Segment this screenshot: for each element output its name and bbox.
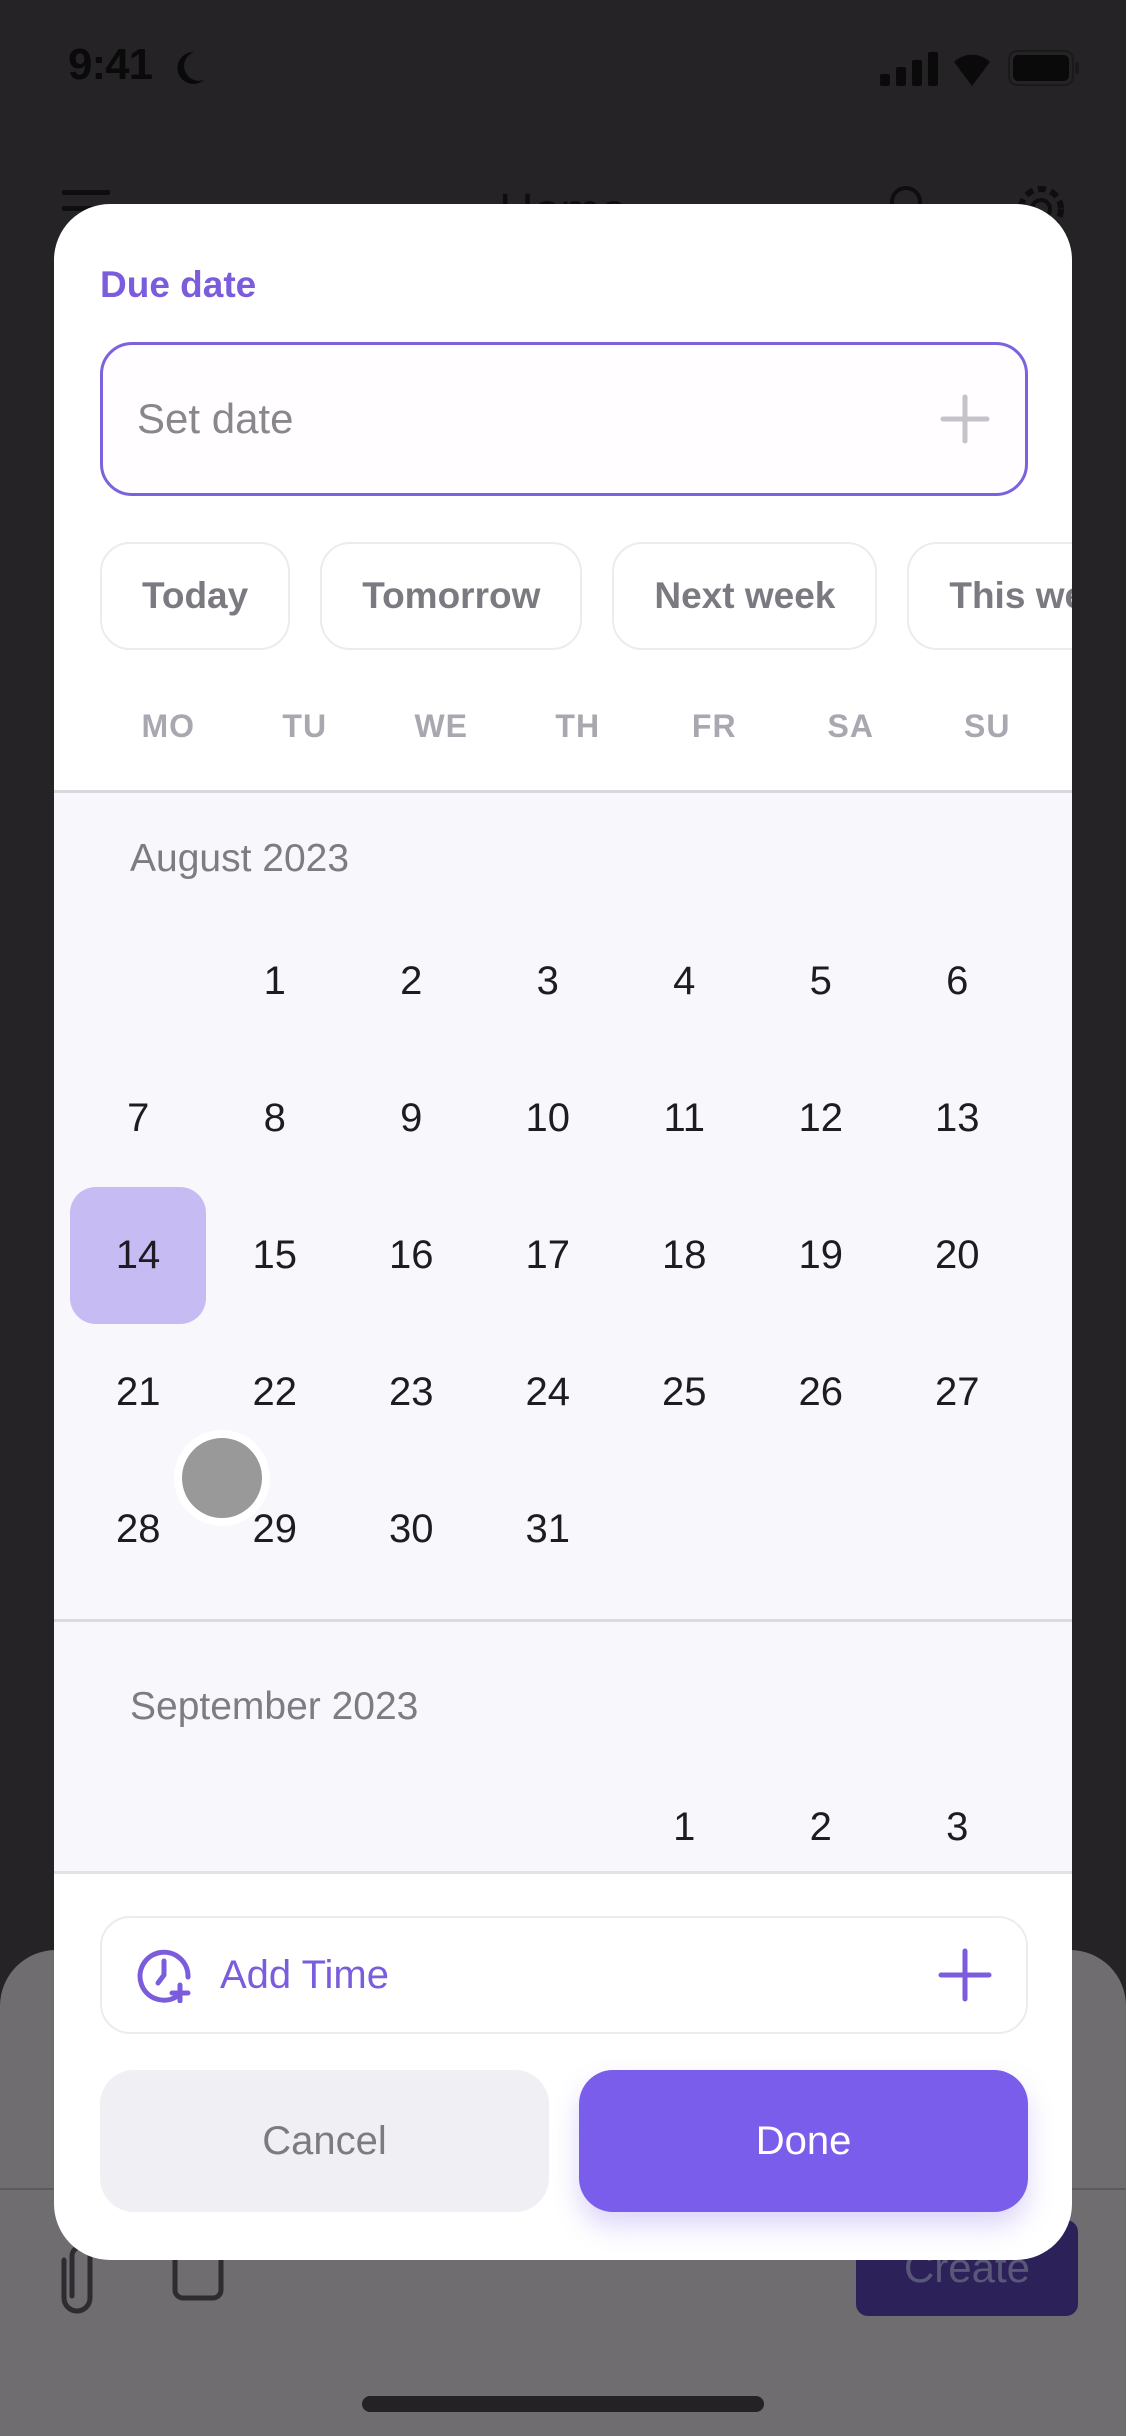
month-grid-september: 123: [70, 1759, 1026, 1871]
weekday-label: FR: [691, 708, 737, 744]
weekday-label: TU: [282, 708, 328, 744]
day-cell-selected[interactable]: 14: [70, 1187, 206, 1324]
day-cell[interactable]: 11: [616, 1050, 753, 1187]
day-cell[interactable]: 27: [889, 1324, 1026, 1461]
quick-option-tomorrow[interactable]: Tomorrow: [320, 542, 583, 650]
day-cell[interactable]: 9: [343, 1050, 480, 1187]
signal-icon: [880, 52, 938, 86]
day-cell[interactable]: 29: [207, 1461, 344, 1598]
day-cell[interactable]: 8: [207, 1050, 344, 1187]
quick-date-options: Today Tomorrow Next week This weekend: [100, 542, 1072, 650]
set-date-input[interactable]: [137, 395, 939, 443]
add-time-label: Add Time: [220, 1952, 389, 1997]
weekday-header: MO TU WE TH FR SA SU: [100, 708, 1054, 745]
moon-icon: [177, 51, 204, 84]
weekday-label: WE: [414, 708, 469, 744]
clock-plus-icon: [137, 1949, 191, 2003]
day-cell[interactable]: 28: [70, 1461, 207, 1598]
day-cell[interactable]: 1: [616, 1759, 753, 1871]
day-cell[interactable]: 20: [889, 1187, 1026, 1324]
day-cell[interactable]: 22: [207, 1324, 344, 1461]
day-cell[interactable]: 17: [480, 1187, 617, 1324]
battery-icon: [1008, 50, 1079, 86]
day-cell[interactable]: 13: [889, 1050, 1026, 1187]
day-empty: [480, 1759, 617, 1871]
status-time: 9:41: [68, 40, 153, 89]
day-cell[interactable]: 31: [480, 1461, 617, 1598]
day-cell[interactable]: 23: [343, 1324, 480, 1461]
action-buttons: Cancel Done: [100, 2070, 1028, 2212]
weekday-label: TH: [555, 708, 601, 744]
day-cell[interactable]: 30: [343, 1461, 480, 1598]
day-cell[interactable]: 12: [753, 1050, 890, 1187]
day-cell[interactable]: 6: [889, 913, 1026, 1050]
day-cell[interactable]: 2: [753, 1759, 890, 1871]
day-cell[interactable]: 2: [343, 913, 480, 1050]
day-empty: [70, 1759, 207, 1871]
month-title-august: August 2023: [130, 837, 350, 880]
due-date-label: Due date: [100, 264, 257, 305]
date-input-field[interactable]: [100, 342, 1028, 496]
calendar-scroll-area[interactable]: August 2023 1 2 3 4 5 6 7 8 9 10 11 12 13 14 15 16 17 18 1…: [54, 790, 1072, 1874]
day-empty: [343, 1759, 480, 1871]
day-cell[interactable]: 1: [207, 913, 344, 1050]
month-grid-august: 1 2 3 4 5 6 7 8 9 10 11 12 13 14 15 16 17 18 19 20 21 22 23 24 2…: [70, 913, 1024, 1598]
day-cell[interactable]: 26: [753, 1324, 890, 1461]
day-cell[interactable]: 5: [753, 913, 890, 1050]
day-cell[interactable]: 3: [889, 1759, 1026, 1871]
day-cell[interactable]: 15: [207, 1187, 344, 1324]
plus-icon[interactable]: [939, 393, 991, 445]
quick-option-next-week[interactable]: Next week: [612, 542, 878, 650]
day-cell[interactable]: 24: [480, 1324, 617, 1461]
cancel-button[interactable]: Cancel: [100, 2070, 549, 2212]
day-cell[interactable]: 18: [616, 1187, 753, 1324]
weekday-label: SU: [964, 708, 1011, 744]
add-time-button[interactable]: Add Time: [100, 1916, 1028, 2034]
quick-option-this-weekend[interactable]: This weekend: [907, 542, 1072, 650]
month-divider: [54, 1619, 1072, 1622]
quick-option-today[interactable]: Today: [100, 542, 291, 650]
weekday-label: MO: [141, 708, 196, 744]
wifi-icon: [954, 54, 990, 86]
day-cell[interactable]: 19: [753, 1187, 890, 1324]
month-title-september: September 2023: [130, 1685, 419, 1728]
due-date-modal: Due date Today Tomorrow Next week This w…: [54, 204, 1072, 2260]
day-cell[interactable]: 10: [480, 1050, 617, 1187]
day-empty: [207, 1759, 344, 1871]
day-cell[interactable]: 7: [70, 1050, 207, 1187]
day-empty: [70, 913, 207, 1050]
day-cell[interactable]: 3: [480, 913, 617, 1050]
day-cell[interactable]: 25: [616, 1324, 753, 1461]
weekday-label: SA: [827, 708, 874, 744]
day-cell[interactable]: 4: [616, 913, 753, 1050]
home-indicator: [362, 2396, 764, 2412]
done-button[interactable]: Done: [579, 2070, 1028, 2212]
day-cell[interactable]: 16: [343, 1187, 480, 1324]
plus-icon: [938, 1948, 992, 2002]
status-bar: 9:41: [0, 0, 1126, 130]
day-cell[interactable]: 21: [70, 1324, 207, 1461]
